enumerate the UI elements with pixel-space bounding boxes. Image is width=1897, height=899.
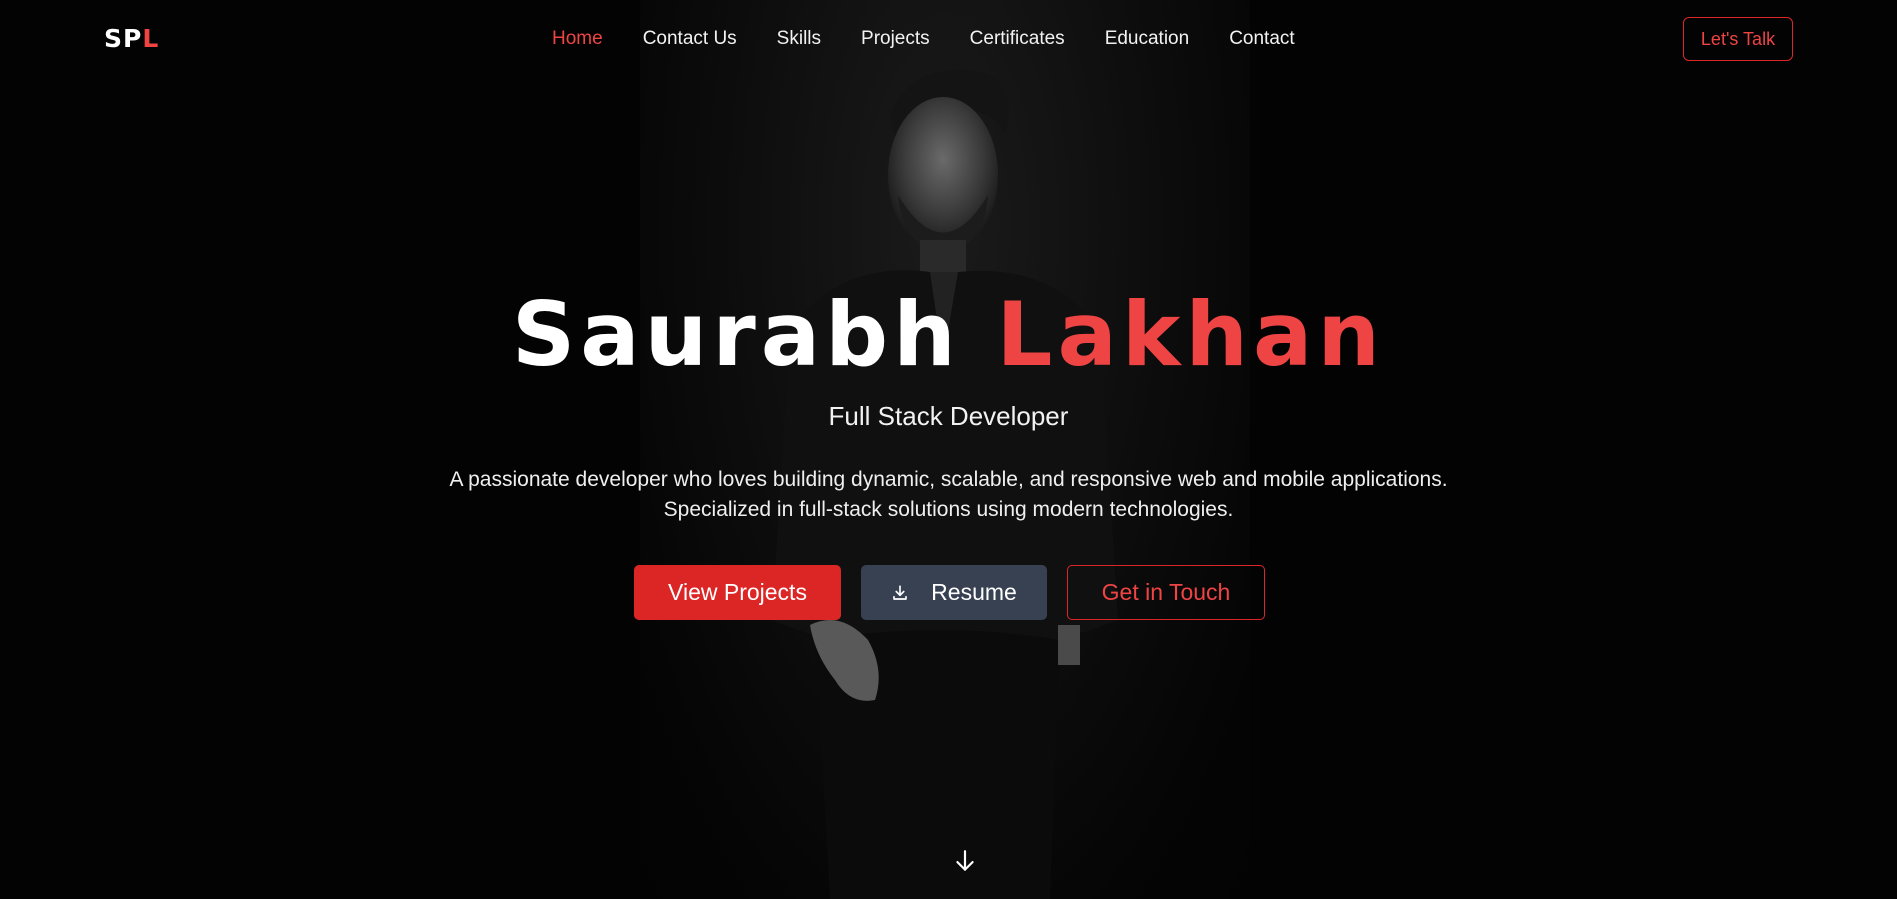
nav-link-education[interactable]: Education [1105,28,1190,50]
hero-name: Saurabh Lakhan [0,285,1897,385]
view-projects-button[interactable]: View Projects [634,565,841,620]
nav-link-certificates[interactable]: Certificates [970,28,1065,50]
logo-text-sp: SP [104,24,143,53]
lets-talk-button[interactable]: Let's Talk [1683,17,1793,61]
nav-link-skills[interactable]: Skills [777,28,821,50]
resume-label: Resume [931,579,1017,605]
hero-portrait-photo [640,0,1250,899]
download-icon [891,584,909,602]
arrow-down-icon[interactable] [952,848,978,874]
nav-link-contact-us[interactable]: Contact Us [643,28,737,50]
resume-button[interactable]: Resume [861,565,1047,620]
get-in-touch-label: Get in Touch [1101,579,1231,605]
nav-link-contact[interactable]: Contact [1229,28,1294,50]
hero-role: Full Stack Developer [828,401,1069,431]
view-projects-label: View Projects [668,579,807,605]
hero-last-name: Lakhan [996,283,1386,386]
nav-link-projects[interactable]: Projects [861,28,930,50]
hero-description: A passionate developer who loves buildin… [449,468,1448,521]
logo-text-l: L [142,24,160,53]
nav-link-home[interactable]: Home [552,28,603,50]
top-navigation: SPL Home Contact Us Skills Projects Cert… [0,0,1897,80]
nav-links: Home Contact Us Skills Projects Certific… [552,28,1295,50]
hero-first-name: Saurabh [511,283,961,386]
get-in-touch-button[interactable]: Get in Touch [1067,565,1265,620]
site-logo[interactable]: SPL [104,24,159,53]
